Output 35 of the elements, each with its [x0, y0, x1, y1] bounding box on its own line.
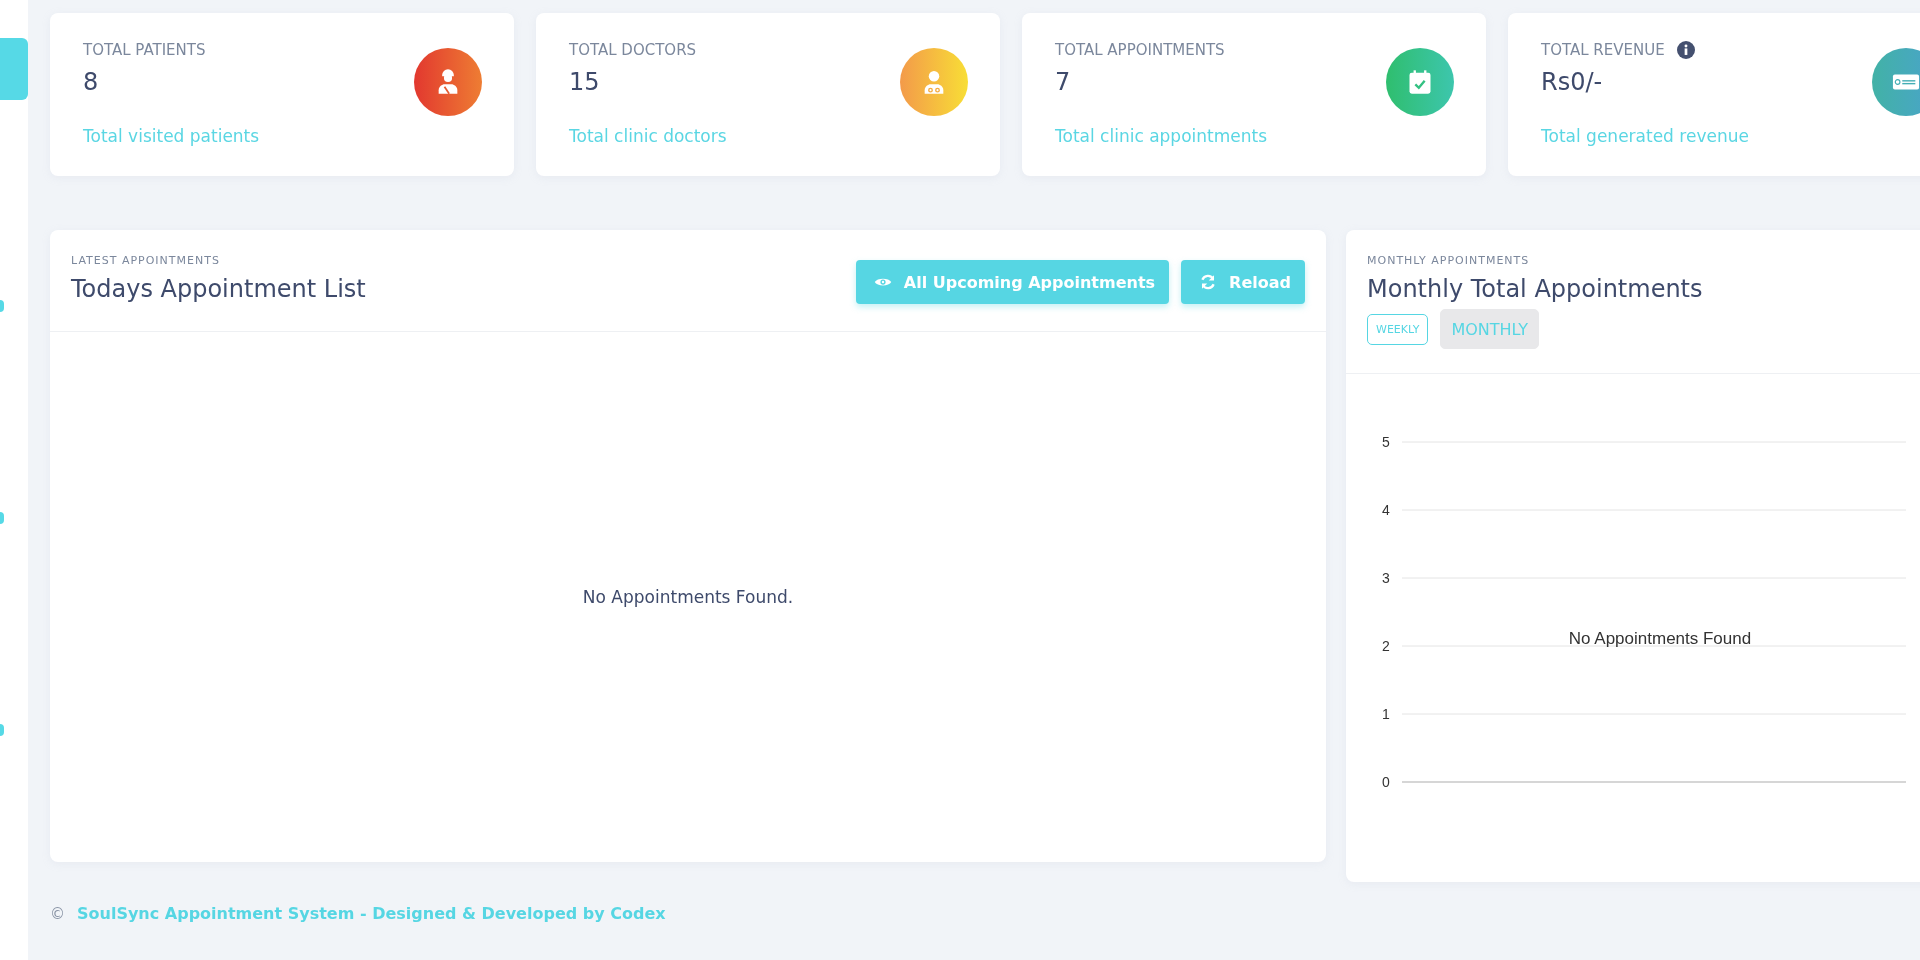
reload-button[interactable]: Reload — [1181, 260, 1305, 304]
footer-credit: SoulSync Appointment System - Designed & Developed by Codex — [77, 904, 666, 923]
stat-value: Rs0/- — [1541, 68, 1604, 96]
period-tab[interactable]: MONTHLY — [1440, 309, 1540, 349]
panel-title: Todays Appointment List — [71, 275, 366, 303]
stat-label: TOTAL REVENUE — [1541, 41, 1665, 59]
period-tab[interactable]: WEEKLY — [1367, 313, 1429, 345]
y-axis-label: 4 — [1382, 502, 1390, 518]
y-axis-label: 3 — [1382, 570, 1390, 586]
sidebar-icon[interactable] — [0, 512, 4, 524]
stat-value: 15 — [569, 68, 601, 96]
info-icon[interactable] — [1676, 41, 1695, 59]
stat-value: 8 — [83, 68, 100, 96]
empty-message: No Appointments Found. — [582, 587, 794, 607]
stat-label: TOTAL DOCTORS — [569, 41, 697, 59]
stat-label: TOTAL PATIENTS — [83, 41, 206, 59]
stat-caption: Total clinic doctors — [569, 126, 727, 146]
sidebar-active-item[interactable] — [0, 38, 28, 100]
y-axis-label: 2 — [1382, 638, 1390, 654]
sidebar-icon[interactable] — [0, 300, 4, 312]
sidebar-icon[interactable] — [0, 724, 4, 736]
panel-eyebrow: LATEST APPOINTMENTS — [71, 254, 221, 267]
y-axis-label: 1 — [1382, 706, 1390, 722]
stat-caption: Total generated revenue — [1541, 126, 1749, 146]
stat-value: 7 — [1055, 68, 1072, 96]
y-axis-label: 0 — [1382, 774, 1390, 790]
copyright-symbol: © — [50, 904, 65, 923]
upcoming-appointments-button[interactable]: All Upcoming Appointments — [855, 260, 1170, 304]
stat-label: TOTAL APPOINTMENTS — [1055, 41, 1225, 59]
panel-title: Monthly Total Appointments — [1367, 275, 1703, 303]
y-axis-label: 5 — [1382, 434, 1390, 450]
stat-caption: Total visited patients — [83, 126, 260, 146]
panel-eyebrow: MONTHLY APPOINTMENTS — [1367, 254, 1530, 267]
stat-caption: Total clinic appointments — [1055, 126, 1268, 146]
chart-empty-note: No Appointments Found — [1568, 629, 1752, 648]
